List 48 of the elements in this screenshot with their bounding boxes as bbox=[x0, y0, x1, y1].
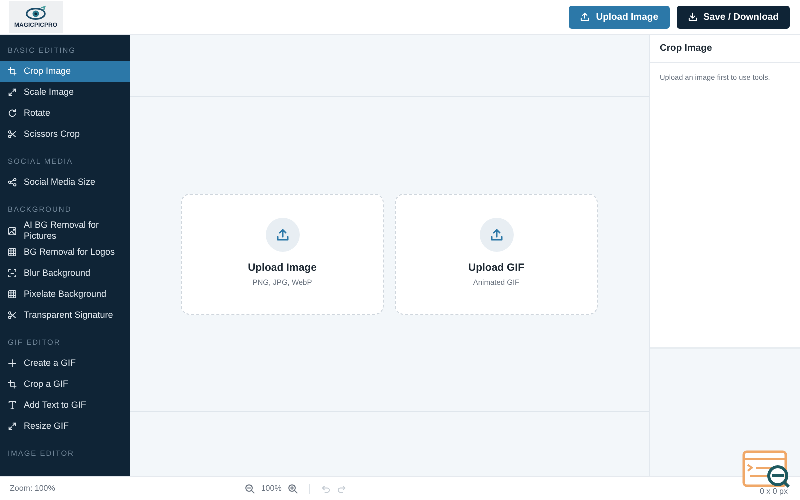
grid-icon bbox=[8, 248, 17, 257]
sidebar-item[interactable]: Social Media Size bbox=[0, 172, 130, 193]
sidebar-item[interactable]: Add Text to GIF bbox=[0, 395, 130, 416]
image-dimensions: 0 x 0 px bbox=[760, 487, 788, 496]
sidebar-item[interactable]: AI BG Removal for Pictures bbox=[0, 220, 130, 242]
sidebar-item[interactable]: Scale Image bbox=[0, 82, 130, 103]
upload-icon bbox=[580, 12, 590, 22]
sidebar-item[interactable]: Blur Background bbox=[0, 263, 130, 284]
sidebar-item[interactable]: Crop a GIF bbox=[0, 374, 130, 395]
card-title: Upload Image bbox=[248, 262, 317, 274]
zoom-out-icon bbox=[245, 484, 256, 494]
sidebar-item[interactable]: Crop Image bbox=[0, 61, 130, 82]
plus-icon bbox=[8, 359, 17, 368]
scissors-icon bbox=[8, 311, 17, 320]
sidebar-item[interactable]: BG Removal for Logos bbox=[0, 242, 130, 263]
share-icon bbox=[8, 178, 17, 187]
save-download-button[interactable]: Save / Download bbox=[676, 6, 790, 28]
crop-icon bbox=[8, 380, 17, 389]
dashed-frame-icon bbox=[8, 269, 17, 278]
expand-arrows-icon bbox=[8, 422, 17, 431]
text-icon bbox=[8, 401, 17, 410]
zoom-in-button[interactable] bbox=[288, 484, 298, 494]
expand-arrows-icon bbox=[8, 88, 17, 97]
sidebar-item[interactable]: Transparent Signature bbox=[0, 305, 130, 326]
undo-icon bbox=[320, 484, 331, 494]
sidebar-item[interactable]: Pixelate Background bbox=[0, 284, 130, 305]
sidebar-item[interactable]: Create a GIF bbox=[0, 353, 130, 374]
upload-image-button[interactable]: Upload Image bbox=[569, 6, 670, 28]
eye-logo-icon bbox=[23, 4, 49, 22]
sidebar-item[interactable]: Scissors Crop bbox=[0, 124, 130, 145]
scissors-icon bbox=[8, 130, 17, 139]
download-icon bbox=[688, 12, 698, 22]
panel-title: Crop Image bbox=[650, 35, 800, 63]
redo-icon bbox=[336, 484, 347, 494]
crop-icon bbox=[8, 67, 17, 76]
sidebar-item[interactable]: Rotate bbox=[0, 103, 130, 124]
grid-icon bbox=[8, 290, 17, 299]
zoom-out-button[interactable] bbox=[245, 484, 256, 494]
zoom-in-icon bbox=[288, 484, 298, 494]
image-icon bbox=[8, 226, 17, 236]
zoom-label: Zoom: 100% bbox=[10, 484, 56, 493]
upload-icon bbox=[480, 218, 514, 252]
browser-magnifier-icon bbox=[742, 450, 792, 490]
upload-icon bbox=[266, 218, 300, 252]
card-title: Upload GIF bbox=[468, 262, 524, 274]
sidebar-item[interactable]: Resize GIF bbox=[0, 416, 130, 437]
zoom-value: 100% bbox=[261, 484, 282, 493]
rotate-icon bbox=[8, 109, 17, 118]
